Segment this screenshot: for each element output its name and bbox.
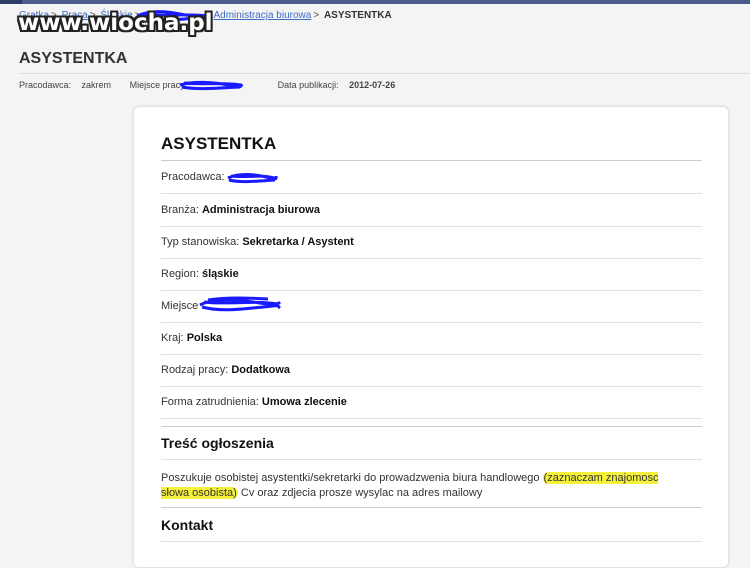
row-value: Umowa zlecenie bbox=[261, 396, 347, 408]
contact-title: Kontakt bbox=[161, 517, 214, 533]
top-bar bbox=[0, 0, 750, 4]
row-work-type: Rodzaj pracy: Dodatkowa bbox=[161, 354, 702, 387]
listing-card: ASYSTENTKA Pracodawca: Branża: Administr… bbox=[133, 106, 729, 568]
row-label: Kraj: bbox=[161, 332, 187, 344]
redaction-scribble bbox=[227, 173, 278, 184]
date-meta-value: 2012-07-26 bbox=[349, 80, 396, 90]
row-value: śląskie bbox=[201, 268, 239, 280]
description-text: Poszukuje osobistej asystentki/sekretark… bbox=[161, 471, 681, 501]
row-label: Forma zatrudnienia: bbox=[161, 396, 262, 408]
row-value: Sekretarka / Asystent bbox=[242, 236, 354, 248]
top-bar-accent bbox=[0, 0, 22, 4]
redaction-scribble bbox=[179, 80, 244, 91]
watermark-logo: www.wiocha.pl bbox=[18, 10, 213, 36]
employer-meta: Pracodawca: zakrem bbox=[19, 80, 119, 90]
description-part: Cv oraz zdjecia prosze wysylac na adres … bbox=[237, 487, 483, 499]
card-title: ASYSTENTKA bbox=[161, 134, 277, 153]
row-region: Region: śląskie bbox=[161, 258, 702, 291]
breadcrumb-separator: > bbox=[313, 10, 320, 21]
breadcrumb-current: ASYSTENTKA bbox=[323, 10, 392, 21]
row-country: Kraj: Polska bbox=[161, 322, 702, 355]
section-rule bbox=[161, 426, 702, 427]
row-label: Pracodawca: bbox=[161, 171, 225, 183]
row-label: Miejsce bbox=[161, 300, 199, 312]
description-title: Treść ogłoszenia bbox=[161, 435, 274, 451]
redaction-scribble bbox=[199, 296, 282, 312]
row-value: Polska bbox=[186, 332, 223, 344]
row-value: Administracja biurowa bbox=[201, 204, 320, 216]
row-value: Dodatkowa bbox=[231, 364, 290, 376]
employer-meta-label: Pracodawca: bbox=[19, 80, 72, 90]
row-industry: Branża: Administracja biurowa bbox=[161, 194, 702, 227]
description-part: Poszukuje osobistej asystentki/sekretark… bbox=[161, 472, 543, 484]
row-position-type: Typ stanowiska: Sekretarka / Asystent bbox=[161, 226, 702, 259]
row-label: Branża: bbox=[161, 204, 202, 216]
date-meta-label: Data publikacji: bbox=[277, 80, 339, 90]
title-divider bbox=[19, 73, 750, 74]
row-label: Typ stanowiska: bbox=[161, 236, 243, 248]
section-rule bbox=[161, 459, 702, 460]
row-employment-form: Forma zatrudnienia: Umowa zlecenie bbox=[161, 386, 702, 419]
row-label: Rodzaj pracy: bbox=[161, 364, 232, 376]
section-rule bbox=[161, 541, 702, 542]
date-meta: Data publikacji: 2012-07-26 bbox=[278, 80, 396, 90]
page-title: ASYSTENTKA bbox=[19, 50, 128, 67]
breadcrumb-administracja[interactable]: Administracja biurowa bbox=[214, 10, 312, 21]
row-label: Region: bbox=[161, 268, 202, 280]
employer-meta-value: zakrem bbox=[81, 80, 112, 90]
section-rule bbox=[161, 507, 702, 508]
